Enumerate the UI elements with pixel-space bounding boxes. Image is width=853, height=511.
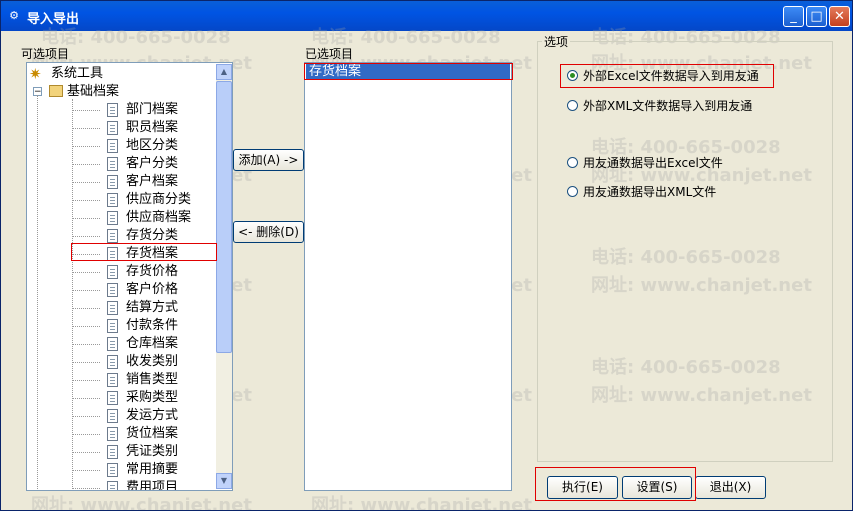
tree-connector <box>72 344 100 345</box>
tree-line <box>37 95 38 490</box>
scroll-down-icon[interactable]: ▼ <box>216 473 232 489</box>
highlight-box <box>71 243 217 261</box>
tree-folder-label: 基础档案 <box>67 84 120 99</box>
tree-item-label: 职员档案 <box>126 120 179 135</box>
import-export-window: ⚙ 导入导出 _ □ ✕ 电话: 400-665-0028 电话: 400-66… <box>0 0 853 511</box>
tree-connector <box>72 290 100 291</box>
tree-line <box>72 99 73 490</box>
document-icon <box>107 283 118 297</box>
document-icon <box>107 445 118 459</box>
tree-connector <box>72 164 100 165</box>
tree-connector <box>72 110 100 111</box>
tree-connector <box>72 146 100 147</box>
document-icon <box>107 175 118 189</box>
window-title: 导入导出 <box>27 12 80 27</box>
exit-button[interactable]: 退出(X) <box>695 476 766 499</box>
document-icon <box>107 337 118 351</box>
tree-connector <box>72 326 100 327</box>
tree-item-label: 收发类别 <box>126 354 179 369</box>
document-icon <box>107 319 118 333</box>
tree-connector <box>72 272 100 273</box>
tree-item-label: 常用摘要 <box>126 462 179 477</box>
available-items-tree[interactable]: ✷ 系统工具 − 基础档案 部门档案 职员档案 地区分类 客户分类 客户档案 供应商分类供… <box>26 62 233 491</box>
minimize-button[interactable]: _ <box>783 6 804 27</box>
scroll-up-icon[interactable]: ▲ <box>216 64 232 80</box>
tree-connector <box>72 308 100 309</box>
tree-item-label: 仓库档案 <box>126 336 179 351</box>
gear-icon: ✷ <box>29 65 42 83</box>
watermark-site: 网址: www.chanjet.net <box>311 495 532 511</box>
tree-item-label: 地区分类 <box>126 138 179 153</box>
document-icon <box>107 193 118 207</box>
remove-button[interactable]: <- 删除(D) <box>233 221 304 243</box>
tree-item-label: 凭证类别 <box>126 444 179 459</box>
tree-item-label: 供应商分类 <box>126 192 192 207</box>
tree-item-label: 销售类型 <box>126 372 179 387</box>
import-export-icon: ⚙ <box>9 9 19 22</box>
tree-item-label: 存货价格 <box>126 264 179 279</box>
tree-item-label: 供应商档案 <box>126 210 192 225</box>
tree-connector <box>72 236 100 237</box>
tree-connector <box>72 488 100 489</box>
document-icon <box>107 157 118 171</box>
add-button[interactable]: 添加(A) -> <box>233 149 304 171</box>
available-scrollbar[interactable]: ▲ ▼ <box>216 64 232 489</box>
highlight-box <box>560 64 774 88</box>
tree-item-label: 客户档案 <box>126 174 179 189</box>
tree-root-label: 系统工具 <box>51 66 104 81</box>
options-group-label: 选项 <box>542 33 571 50</box>
document-icon <box>107 139 118 153</box>
document-icon <box>107 301 118 315</box>
radio-button-icon[interactable] <box>567 157 578 168</box>
document-icon <box>107 103 118 117</box>
option-radio-label: 用友通数据导出XML文件 <box>583 185 717 199</box>
tree-connector <box>72 470 100 471</box>
option-radio-label: 用友通数据导出Excel文件 <box>583 156 723 170</box>
highlight-box <box>304 63 513 80</box>
tree-item-label: 采购类型 <box>126 390 179 405</box>
selected-items-list[interactable]: 存货档案 <box>304 62 512 491</box>
watermark-site: 网址: www.chanjet.net <box>31 495 252 511</box>
document-icon <box>107 481 118 490</box>
available-items-label: 可选项目 <box>21 47 70 61</box>
tree-connector <box>72 416 100 417</box>
document-icon <box>107 229 118 243</box>
option-radio-label: 外部XML文件数据导入到用友通 <box>583 99 753 113</box>
tree-item-label: 货位档案 <box>126 426 179 441</box>
tree-item-label: 部门档案 <box>126 102 179 117</box>
radio-button-icon[interactable] <box>567 186 578 197</box>
tree-connector <box>72 200 100 201</box>
tree-item-label: 客户价格 <box>126 282 179 297</box>
tree-connector <box>72 398 100 399</box>
document-icon <box>107 463 118 477</box>
tree-item-label: 结算方式 <box>126 300 179 315</box>
scroll-thumb[interactable] <box>216 81 232 353</box>
maximize-button[interactable]: □ <box>806 6 827 27</box>
tree-item-label: 发运方式 <box>126 408 179 423</box>
selected-items-label: 已选项目 <box>305 47 354 61</box>
document-icon <box>107 373 118 387</box>
title-bar: ⚙ 导入导出 _ □ ✕ <box>1 1 852 31</box>
document-icon <box>107 391 118 405</box>
document-icon <box>107 355 118 369</box>
close-button[interactable]: ✕ <box>829 6 850 27</box>
tree-item-label: 付款条件 <box>126 318 179 333</box>
document-icon <box>107 265 118 279</box>
radio-button-icon[interactable] <box>567 100 578 111</box>
tree-item-label: 客户分类 <box>126 156 179 171</box>
tree-item-label: 费用项目 <box>126 480 179 491</box>
tree-connector <box>72 434 100 435</box>
document-icon <box>107 211 118 225</box>
tree-connector <box>72 182 100 183</box>
highlight-box <box>535 467 696 501</box>
tree-connector <box>72 452 100 453</box>
document-icon <box>107 427 118 441</box>
tree-connector <box>72 380 100 381</box>
document-icon <box>107 409 118 423</box>
folder-icon <box>49 85 63 97</box>
document-icon <box>107 121 118 135</box>
tree-connector <box>72 128 100 129</box>
tree-connector <box>72 218 100 219</box>
tree-connector <box>72 362 100 363</box>
